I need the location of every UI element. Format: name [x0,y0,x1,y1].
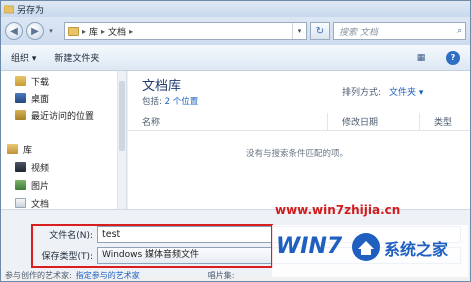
filetype-label: 保存类型(T): [41,252,93,262]
nav-item-pictures[interactable]: 图片 [15,177,49,193]
nav-item-desktop[interactable]: 桌面 [15,90,49,106]
locations-link[interactable]: 2 个位置 [165,97,199,107]
chevron-right-icon[interactable]: ▸ [129,27,133,36]
nav-item-documents[interactable]: 文档 [15,195,49,209]
nav-item-libraries[interactable]: 库 [7,141,32,157]
back-arrow-icon: ◀ [10,25,18,37]
breadcrumb-documents[interactable]: 文档 [108,25,126,38]
address-bar[interactable]: ▸ 库 ▸ 文档 ▸ ▾ [64,22,307,40]
history-dropdown-icon[interactable]: ▾ [47,27,55,35]
artists-label: 参与创作的艺术家: [5,270,72,280]
refresh-button[interactable]: ↻ [310,22,330,40]
watermark-logo: WIN7 系统之家 [272,225,468,277]
save-as-dialog: 另存为 ◀ ▶ ▾ ▸ 库 ▸ 文档 ▸ ▾ ↻ 搜索 文档 ⌕ 组织 ▾ 新建… [0,0,471,282]
search-input[interactable]: 搜索 文档 ⌕ [333,22,466,40]
toolbar: 组织 ▾ 新建文件夹 ▦ ? [1,45,470,71]
nav-item-label: 桌面 [31,94,50,105]
arrange-by: 排列方式: 文件夹 ▾ [342,85,423,98]
search-placeholder: 搜索 文档 [339,27,378,38]
organize-button[interactable]: 组织 ▾ [11,51,36,64]
column-date-modified[interactable]: 修改日期 [328,112,420,131]
chevron-right-icon[interactable]: ▸ [82,27,86,36]
back-button[interactable]: ◀ [5,22,23,40]
arrange-label: 排列方式: [342,88,382,98]
nav-item-label: 下载 [31,77,50,88]
address-dropdown-icon[interactable]: ▾ [292,23,306,39]
pictures-library-icon [15,180,26,190]
chevron-right-icon[interactable]: ▸ [101,27,105,36]
includes-label: 包括: [142,97,162,107]
album-label: 唱片集: [207,270,235,280]
filename-label: 文件名(N): [49,231,93,241]
new-folder-button[interactable]: 新建文件夹 [54,51,99,64]
nav-item-videos[interactable]: 视频 [15,159,49,175]
desktop-icon [15,93,26,103]
location-folder-icon [68,26,79,36]
download-folder-icon [15,76,26,86]
library-includes: 包括: 2 个位置 [142,95,198,107]
navigation-pane: 下载 桌面 最近访问的位置 库 视频 图片 文档 [1,71,127,209]
column-name[interactable]: 名称 [128,112,328,131]
forward-arrow-icon: ▶ [31,25,39,37]
watermark-logo-letters: WIN7 [276,234,343,259]
column-type[interactable]: 类型 [420,113,470,131]
artists-link[interactable]: 指定参与的艺术家 [76,270,140,281]
help-icon[interactable]: ? [446,50,460,65]
nav-item-label: 图片 [31,181,50,192]
file-list-area: 文档库 包括: 2 个位置 排列方式: 文件夹 ▾ 名称 修改日期 类型 没有与… [128,71,470,209]
nav-item-label: 文档 [31,199,50,210]
address-row: ◀ ▶ ▾ ▸ 库 ▸ 文档 ▸ ▾ ↻ 搜索 文档 ⌕ [1,17,470,45]
nav-item-recent-places[interactable]: 最近访问的位置 [15,107,94,123]
video-library-icon [15,162,26,172]
nav-item-label: 最近访问的位置 [31,111,95,122]
recent-places-icon [15,110,26,120]
refresh-icon: ↻ [315,25,325,37]
arrange-dropdown[interactable]: 文件夹 ▾ [389,85,423,98]
nav-item-label: 库 [23,145,33,156]
documents-library-icon [15,198,26,208]
nav-item-label: 视频 [31,163,50,174]
empty-message: 没有与搜索条件匹配的项。 [246,149,349,159]
forward-button[interactable]: ▶ [26,22,44,40]
watermark-url: www.win7zhijia.cn [275,203,401,217]
breadcrumb-library[interactable]: 库 [89,25,98,38]
window-title: 另存为 [17,5,45,16]
nav-scrollbar[interactable] [117,71,126,209]
watermark-brand: 系统之家 [384,240,449,259]
folder-icon [4,5,14,14]
title-bar: 另存为 [1,1,470,17]
column-header-row: 名称 修改日期 类型 [128,112,470,131]
search-icon: ⌕ [456,26,462,36]
nav-item-downloads[interactable]: 下载 [15,73,49,89]
scrollbar-thumb[interactable] [119,81,125,151]
library-title: 文档库 [142,79,182,94]
view-options-icon[interactable]: ▦ [414,51,428,65]
library-icon [7,144,18,154]
